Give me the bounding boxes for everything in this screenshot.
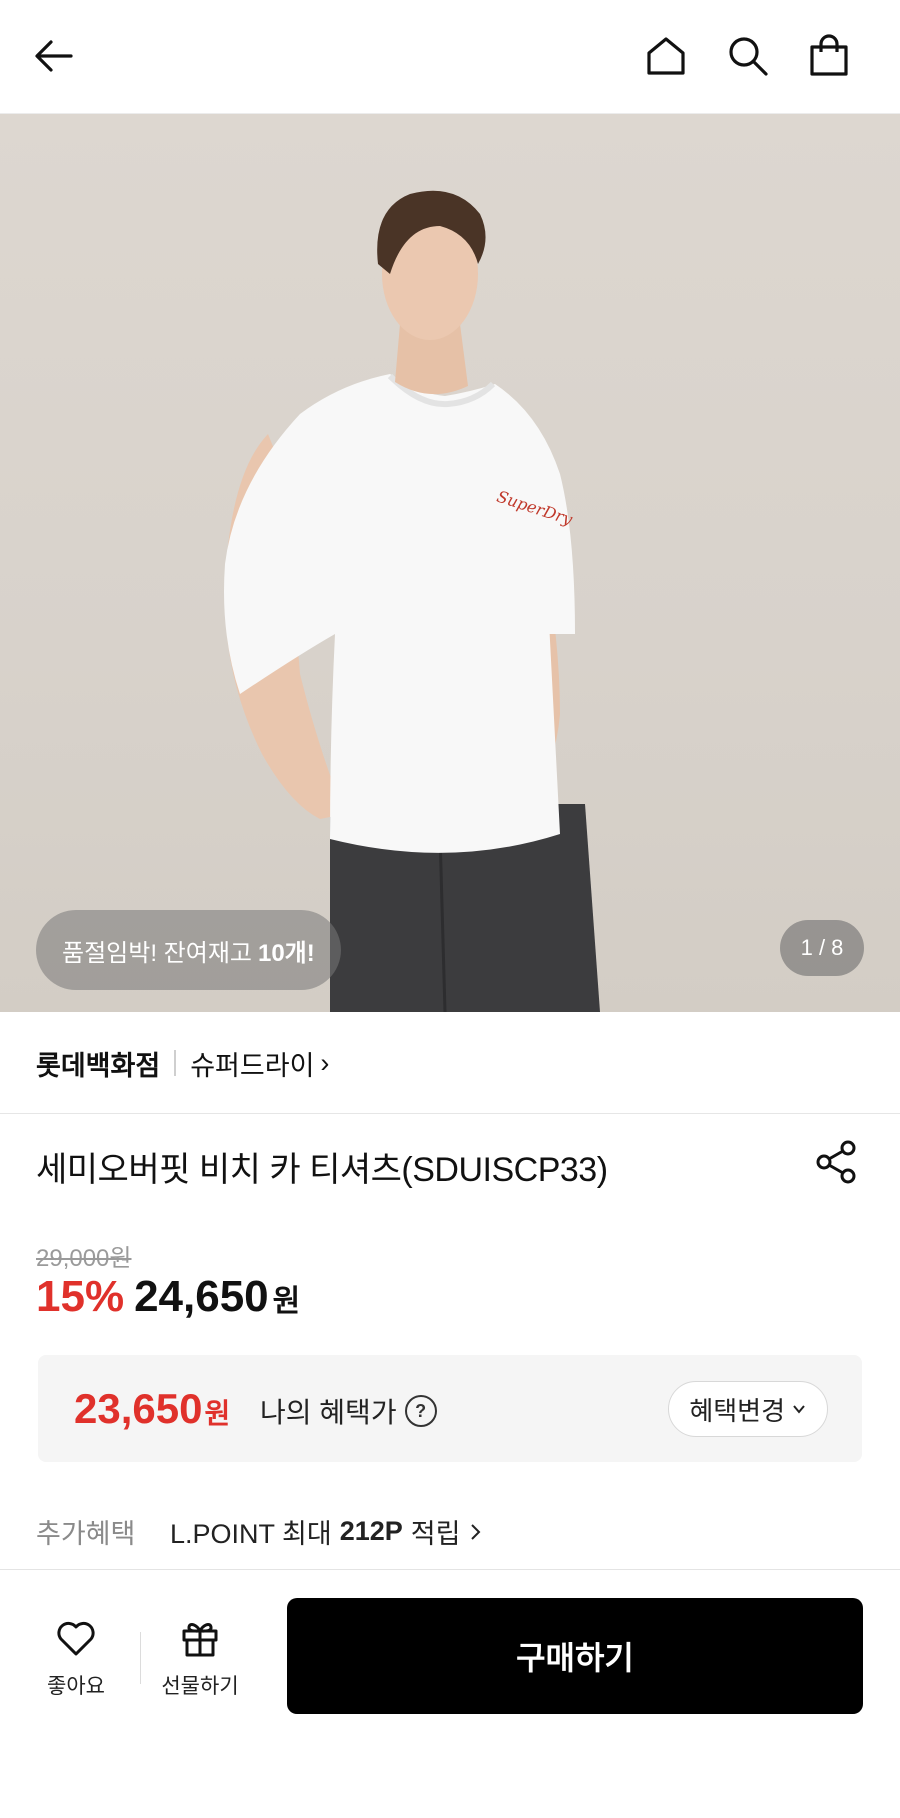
store-divider xyxy=(174,1050,177,1076)
original-price: 29,000원 xyxy=(36,1245,132,1272)
brand-link[interactable]: 슈퍼드라이 › xyxy=(190,1044,329,1083)
gift-label: 선물하기 xyxy=(161,1675,239,1698)
change-benefit-label: 혜택변경 xyxy=(689,1395,785,1426)
benefit-price-unit: 원 xyxy=(204,1398,231,1429)
lpoint-benefit-link[interactable]: L.POINT 최대 212P 적립 xyxy=(170,1512,482,1551)
bottom-action-bar: 좋아요 선물하기 구매하기 xyxy=(0,1569,900,1818)
change-benefit-button[interactable]: 혜택변경 xyxy=(668,1381,828,1437)
help-icon[interactable]: ? xyxy=(404,1395,437,1427)
gift-icon xyxy=(182,1622,218,1657)
like-label: 좋아요 xyxy=(47,1675,105,1698)
top-header xyxy=(0,0,900,114)
lpoint-prefix: L.POINT 최대 xyxy=(170,1519,332,1549)
back-arrow-icon xyxy=(35,40,73,72)
benefit-label-text: 나의 혜택가 xyxy=(260,1397,397,1428)
lpoint-suffix: 적립 xyxy=(410,1519,461,1549)
benefit-label: 나의 혜택가 ? xyxy=(260,1391,437,1431)
sale-price: 24,650 xyxy=(134,1272,269,1321)
bottom-divider xyxy=(140,1632,141,1684)
benefit-price: 23,650 원 xyxy=(74,1385,230,1433)
search-icon xyxy=(729,37,768,76)
home-button[interactable] xyxy=(638,28,694,84)
image-page-indicator: 1 / 8 xyxy=(780,920,864,976)
benefit-price-box: 23,650 원 나의 혜택가 ? 혜택변경 xyxy=(38,1355,862,1462)
brand-name: 슈퍼드라이 xyxy=(190,1050,315,1081)
back-button[interactable] xyxy=(26,28,82,84)
search-button[interactable] xyxy=(720,28,776,84)
extra-benefit-label: 추가혜택 xyxy=(36,1519,136,1549)
chevron-right-icon: › xyxy=(320,1047,330,1078)
price-row: 15% 24,650 원 xyxy=(36,1272,300,1322)
stock-text: 품절임박! 잔여재고 xyxy=(62,939,252,967)
sale-price-unit: 원 xyxy=(272,1285,301,1318)
section-divider xyxy=(0,1113,900,1114)
product-title: 세미오버핏 비치 카 티셔츠(SDUISCP33) xyxy=(36,1151,608,1189)
benefit-price-value: 23,650 xyxy=(74,1385,203,1432)
product-photo: SuperDry xyxy=(224,190,600,1012)
product-image-carousel[interactable]: SuperDry 품절임박! 잔여재고 10개! 1 / 8 xyxy=(0,114,900,1012)
heart-icon xyxy=(57,1621,95,1656)
gift-button[interactable]: 선물하기 xyxy=(150,1614,250,1700)
chevron-right-icon xyxy=(471,1523,481,1540)
like-button[interactable]: 좋아요 xyxy=(26,1614,126,1700)
discount-rate: 15% xyxy=(36,1272,125,1321)
store-breadcrumb: 롯데백화점 슈퍼드라이 › xyxy=(36,1040,329,1086)
low-stock-badge: 품절임박! 잔여재고 10개! xyxy=(36,910,341,990)
buy-button[interactable]: 구매하기 xyxy=(287,1598,863,1714)
store-name[interactable]: 롯데백화점 xyxy=(36,1044,160,1083)
home-icon xyxy=(647,37,685,75)
share-button[interactable] xyxy=(812,1138,860,1186)
chevron-down-icon xyxy=(793,1405,805,1414)
cart-button[interactable] xyxy=(801,28,857,84)
shopping-bag-icon xyxy=(810,34,848,76)
stock-count: 10개! xyxy=(257,939,315,967)
lpoint-amount: 212P xyxy=(339,1516,403,1546)
share-icon xyxy=(816,1140,856,1184)
